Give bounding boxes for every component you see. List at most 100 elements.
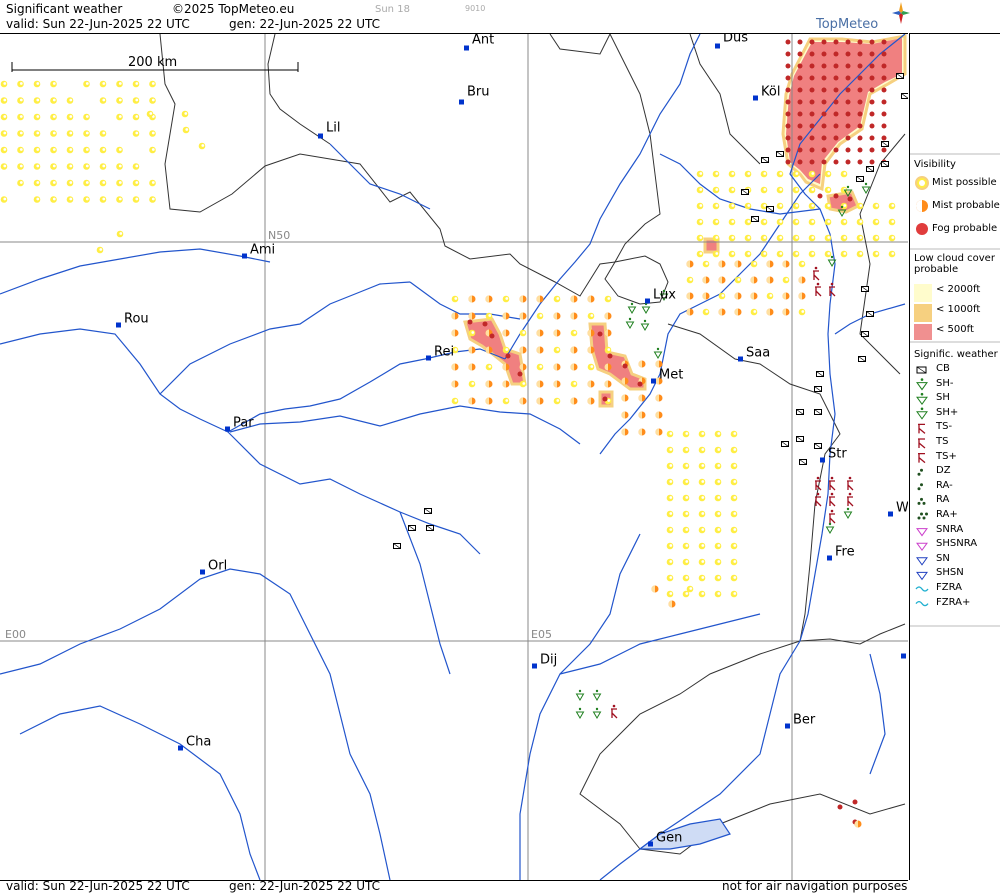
city-dijon[interactable]: Dij (532, 653, 557, 674)
city-paris[interactable]: Par (225, 416, 254, 437)
mist-probable-symbol (766, 308, 774, 316)
fog-probable-symbol (845, 99, 851, 105)
city-koln[interactable]: Köl (753, 85, 780, 106)
fog-probable-symbol (845, 63, 851, 69)
fog-probable-symbol (797, 135, 803, 141)
city-saarbrucken[interactable]: Saa (738, 346, 770, 367)
cloud-500-swatch (914, 324, 932, 340)
city-luxembourg[interactable]: Lux (645, 288, 676, 309)
legend-item-label: TS+ (936, 450, 957, 462)
city-bern[interactable]: Ber (785, 713, 815, 734)
fog-probable-symbol (881, 63, 887, 69)
mist-possible-symbol (730, 510, 738, 518)
fog-probable-symbol (821, 87, 827, 93)
city-dusseldorf[interactable]: Düs (715, 34, 748, 54)
legend-item-label: SH- (936, 377, 954, 389)
mist-possible-symbol (888, 218, 896, 226)
river-rhone (599, 848, 641, 880)
mist-possible-symbol (730, 558, 738, 566)
city-label: Saa (746, 345, 771, 361)
mist-possible-symbol (698, 590, 706, 598)
mist-probable-symbol (734, 292, 742, 300)
ra-icon (917, 497, 926, 505)
fog-probable-symbol (809, 39, 815, 45)
mist-possible-symbol (99, 146, 107, 154)
compass-icon (892, 2, 910, 24)
shower-symbol (592, 689, 602, 701)
mist-probable-symbol (604, 329, 612, 337)
city-chateauroux[interactable]: Cha (178, 735, 211, 756)
mist-probable-symbol (485, 346, 493, 354)
city-wi[interactable]: Wi (888, 501, 908, 522)
thunderstorm-symbol (829, 509, 836, 524)
fog-probable-symbol (833, 99, 839, 105)
legend-item-label: RA+ (936, 509, 958, 520)
weather-map[interactable]: N50 E00 E05 200 km Ant Düs Bru Köl Lil A… (0, 33, 908, 881)
city-antwerp[interactable]: Ant (464, 34, 494, 56)
mist-possible-symbol (116, 113, 123, 121)
mist-possible-symbol (730, 446, 738, 454)
mist-probable-symbol (536, 295, 544, 303)
mist-probable-symbol (587, 397, 595, 405)
mist-possible-symbol (792, 250, 800, 258)
mist-possible-symbol (840, 250, 848, 258)
mist-possible-symbol (198, 142, 206, 150)
mist-probable-symbol (468, 295, 476, 303)
mist-possible-symbol (99, 196, 107, 203)
mist-probable-symbol (485, 397, 493, 405)
border-fr-de (667, 323, 841, 642)
mist-possible-symbol (730, 478, 738, 486)
mist-possible-symbol (50, 80, 57, 88)
mist-possible-symbol (776, 218, 784, 226)
mist-possible-symbol (734, 276, 742, 284)
legend-item-label: SH+ (936, 406, 959, 418)
city-rouen[interactable]: Rou (116, 312, 149, 333)
shower-symbol (825, 522, 835, 534)
ra-icon (917, 512, 928, 520)
legend-mist-probable: Mist probable (932, 200, 1000, 211)
city-reims[interactable]: Rei (426, 345, 454, 366)
fog-probable-symbol (809, 99, 815, 105)
city-amiens[interactable]: Ami (242, 243, 275, 264)
mist-possible-symbol (808, 218, 816, 226)
city-metz[interactable]: Met (651, 368, 683, 389)
fog-probable-symbol (797, 87, 803, 93)
mist-probable-icon (916, 200, 928, 212)
city-geneva[interactable]: Gen (648, 831, 682, 852)
fog-probable-symbol (785, 135, 791, 141)
city-brussels[interactable]: Bru (459, 85, 490, 110)
mist-possible-symbol (132, 97, 140, 104)
city-strasbourg[interactable]: Str (820, 447, 847, 468)
city-orleans[interactable]: Orl (200, 559, 227, 580)
mist-possible-symbol (730, 526, 738, 534)
mist-possible-symbol (17, 146, 24, 154)
fog-probable-symbol (869, 51, 875, 57)
border-fr-be (159, 34, 616, 297)
city-label: Ant (472, 33, 495, 48)
city-label: Orl (208, 558, 228, 574)
fog-probable-symbol (857, 99, 863, 105)
mist-possible-symbol (698, 430, 706, 438)
city-freiburg[interactable]: Fre (827, 545, 855, 566)
mist-possible-symbol (776, 186, 784, 194)
fog-probable-symbol (881, 51, 887, 57)
mist-probable-symbol (587, 295, 595, 303)
mist-possible-symbol (33, 130, 41, 137)
city-label: Bru (467, 84, 490, 100)
mist-possible-symbol (682, 446, 690, 454)
mist-possible-symbol (714, 478, 722, 486)
city-label: Rei (434, 344, 455, 360)
mist-possible-symbol (0, 146, 8, 154)
city-marker (318, 133, 323, 139)
mist-possible-symbol (83, 80, 90, 88)
mist-probable-symbol (570, 363, 578, 371)
mist-possible-symbol (824, 186, 832, 194)
mist-possible-symbol (714, 430, 722, 438)
grid-label-n50: N50 (268, 229, 290, 242)
city-marker (901, 653, 906, 659)
city-lille[interactable]: Lil (318, 121, 340, 144)
city-zurich[interactable]: Zü (901, 649, 908, 664)
mist-possible-symbol (824, 218, 832, 226)
fog-probable-symbol (845, 87, 851, 93)
city-marker (651, 378, 656, 384)
